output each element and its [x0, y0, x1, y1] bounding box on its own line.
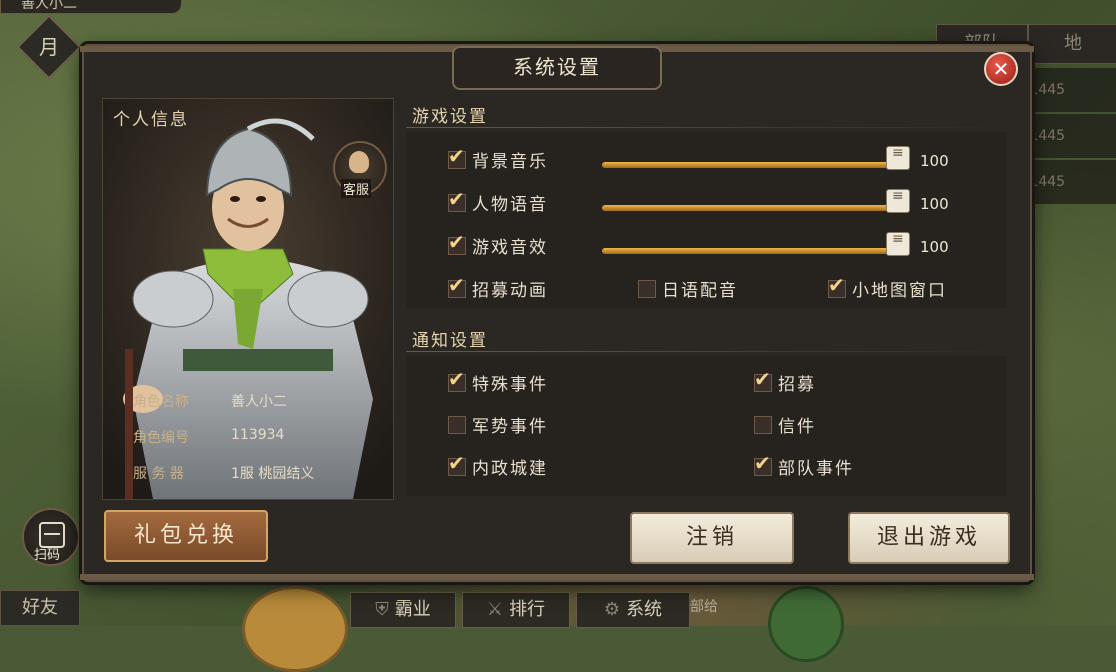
exit-game-button[interactable]: 退出游戏 — [848, 512, 1010, 564]
friend-button[interactable]: 好友 — [0, 590, 80, 626]
mail-text: 部给 — [690, 599, 718, 615]
frame-bottom — [80, 574, 1034, 580]
profile-info: 角色名称 善人小二 角色编号 113934 服 务 器 1服 桃园结义 — [103, 381, 393, 499]
shield-icon: ⛨ — [375, 599, 389, 620]
sword-icon: ⚔ — [486, 599, 504, 620]
checkbox-troop-events[interactable]: 部队事件 — [754, 451, 854, 481]
role-id-value: 113934 — [231, 427, 285, 443]
checkbox-bgm[interactable]: 背景音乐 — [448, 144, 548, 174]
checkbox-checked-icon — [448, 187, 467, 212]
main-circle-button[interactable] — [242, 586, 348, 672]
checkbox-military-events[interactable]: 军势事件 — [448, 415, 548, 439]
slider-handle-icon[interactable] — [886, 188, 910, 213]
divider — [406, 127, 1006, 128]
checkbox-checked-icon — [448, 367, 467, 392]
dialog-title: 系统设置 — [452, 46, 662, 90]
slider-voice-value: 100 — [920, 195, 949, 213]
checkbox-minimap[interactable]: 小地图窗口 — [828, 273, 947, 303]
slider-voice[interactable] — [602, 188, 910, 213]
slider-bgm[interactable] — [602, 145, 910, 170]
checkbox-recruit[interactable]: 招募 — [754, 367, 816, 397]
slider-sfx[interactable] — [602, 231, 910, 256]
slider-handle-icon[interactable] — [886, 145, 910, 170]
nav-system[interactable]: ⚙ 系统 — [576, 592, 690, 628]
server-label: 服 务 器 — [133, 466, 184, 482]
system-settings-dialog: 系统设置 ✕ 个人信息 客服 角色名称 善人小二 角色编号 113934 服 务… — [80, 44, 1034, 582]
logout-button[interactable]: 注销 — [630, 512, 794, 564]
bottom-nav: ⛨ 霸业 ⚔ 排行 ⚙ 系统 — [350, 592, 690, 628]
customer-service-label: 客服 — [341, 179, 372, 198]
role-name-value: 善人小二 — [231, 394, 287, 410]
profile-section-title: 个人信息 — [113, 110, 189, 130]
gift-redeem-button[interactable]: 礼包兑换 — [104, 510, 268, 562]
game-settings-header: 游戏设置 — [406, 98, 1006, 128]
tab-land[interactable]: 地 — [1028, 24, 1116, 64]
role-name-label: 角色名称 — [133, 394, 189, 410]
checkbox-japanese-voice[interactable]: 日语配音 — [638, 279, 738, 303]
notify-settings-title: 通知设置 — [412, 331, 488, 351]
checkbox-checked-icon — [448, 451, 467, 476]
nav-ranking[interactable]: ⚔ 排行 — [462, 592, 570, 628]
checkbox-recruit-anim[interactable]: 招募动画 — [448, 273, 548, 303]
checkbox-checked-icon — [828, 273, 847, 298]
server-value: 1服 桃园结义 — [231, 466, 315, 482]
avatar-icon — [349, 151, 369, 173]
checkbox-empty-icon — [448, 416, 466, 434]
checkbox-checked-icon — [754, 451, 773, 476]
checkbox-empty-icon — [638, 280, 656, 298]
checkbox-voice[interactable]: 人物语音 — [448, 187, 548, 217]
profile-panel: 个人信息 客服 角色名称 善人小二 角色编号 113934 服 务 器 1服 桃… — [102, 98, 394, 500]
gear-icon: ⚙ — [603, 599, 621, 620]
game-settings-title: 游戏设置 — [412, 107, 488, 127]
notify-settings-header: 通知设置 — [406, 322, 1006, 352]
checkbox-checked-icon — [448, 230, 467, 255]
checkbox-checked-icon — [448, 144, 467, 169]
checkbox-special-events[interactable]: 特殊事件 — [448, 367, 548, 397]
checkbox-empty-icon — [754, 416, 772, 434]
role-id-label: 角色编号 — [133, 430, 189, 446]
slider-bgm-value: 100 — [920, 152, 949, 170]
player-name-tag: 善人小二 — [0, 0, 182, 14]
checkbox-checked-icon — [754, 367, 773, 392]
checkbox-letters[interactable]: 信件 — [754, 415, 816, 439]
slider-handle-icon[interactable] — [886, 231, 910, 256]
slider-sfx-value: 100 — [920, 238, 949, 256]
checkbox-domestic[interactable]: 内政城建 — [448, 451, 548, 481]
divider — [406, 351, 1006, 352]
close-icon[interactable]: ✕ — [984, 52, 1018, 86]
checkbox-sfx[interactable]: 游戏音效 — [448, 230, 548, 260]
map-circle-button[interactable] — [768, 586, 844, 662]
checkbox-checked-icon — [448, 273, 467, 298]
scan-label: 扫码 — [34, 548, 61, 563]
nav-hegemony[interactable]: ⛨ 霸业 — [350, 592, 456, 628]
